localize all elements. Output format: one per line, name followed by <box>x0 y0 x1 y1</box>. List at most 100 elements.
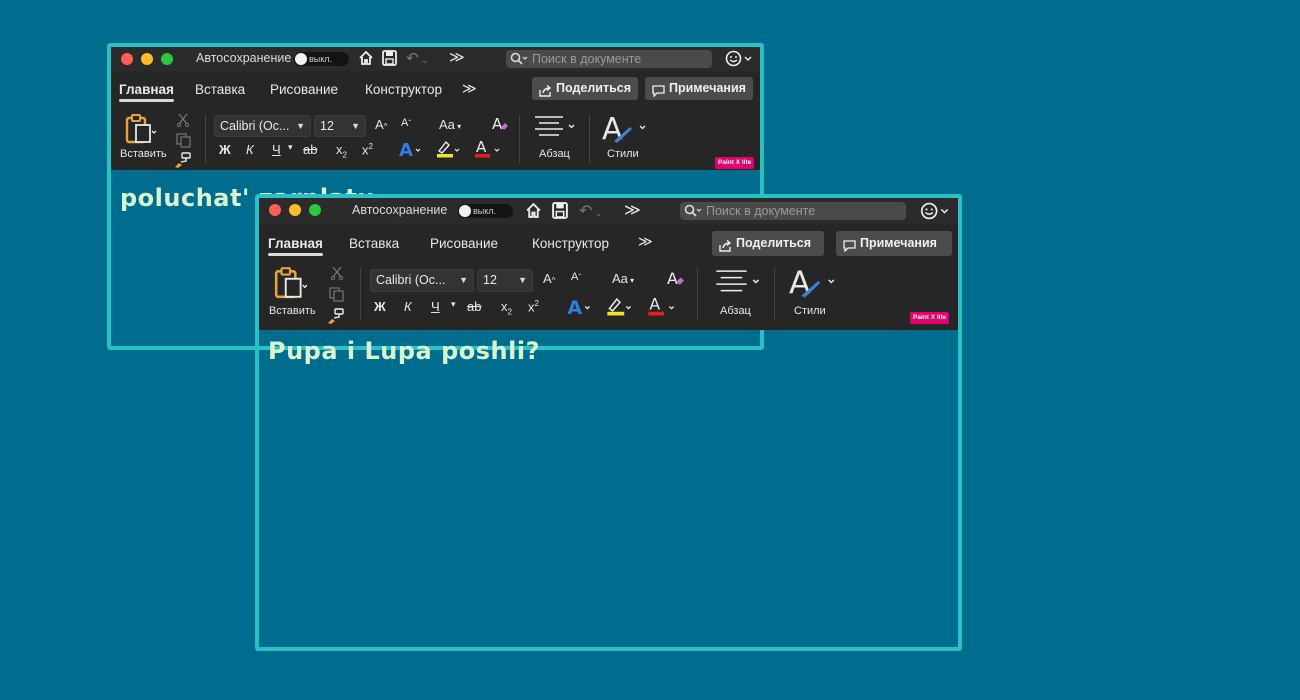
toggle-label: выкл. <box>473 206 497 216</box>
underline-button[interactable]: Ч <box>272 142 281 157</box>
search-input[interactable]: Поиск в документе <box>506 50 712 68</box>
share-label: Поделиться <box>736 236 812 250</box>
paragraph-icon[interactable] <box>533 115 577 144</box>
subscript-button[interactable]: x2 <box>336 142 347 160</box>
separator <box>774 268 775 320</box>
traffic-lights <box>121 53 173 65</box>
tab-insert[interactable]: Вставка <box>349 236 399 251</box>
chevron-down-icon: ▼ <box>518 275 527 285</box>
autosave-toggle[interactable]: выкл. <box>294 52 349 66</box>
svg-text:A: A <box>667 269 678 288</box>
italic-button[interactable]: К <box>404 299 412 314</box>
comments-button[interactable]: Примечания <box>645 77 753 100</box>
font-family-value: Calibri (Ос... <box>220 119 290 133</box>
paste-label: Вставить <box>120 148 167 160</box>
close-button[interactable] <box>269 204 281 216</box>
change-case-button[interactable]: Aa ▾ <box>439 117 461 132</box>
underline-button[interactable]: Ч <box>431 299 440 314</box>
search-input[interactable]: Поиск в документе <box>680 202 906 220</box>
share-button[interactable]: Поделиться <box>712 231 824 256</box>
text-effects-icon[interactable]: A <box>399 140 423 163</box>
autosave-toggle[interactable]: выкл. <box>458 204 513 218</box>
tab-insert[interactable]: Вставка <box>195 82 245 97</box>
more-commands-icon[interactable]: ≫ <box>624 200 641 220</box>
tab-draw[interactable]: Рисование <box>430 236 498 251</box>
paragraph-icon[interactable] <box>714 269 762 300</box>
paste-icon[interactable] <box>124 113 157 150</box>
grow-font-button[interactable]: A^ <box>543 271 555 286</box>
font-size-select[interactable]: 12 ▼ <box>314 115 366 137</box>
copy-icon[interactable] <box>329 287 344 307</box>
svg-text:A: A <box>476 139 487 156</box>
separator <box>589 115 590 163</box>
more-tabs-icon[interactable]: ≫ <box>638 233 653 250</box>
save-icon[interactable] <box>552 202 568 219</box>
more-commands-icon[interactable]: ≫ <box>449 48 465 66</box>
title-bar: Автосохранение выкл. ↶ ⌄ ≫ Поиск в докум… <box>259 198 958 224</box>
tab-home[interactable]: Главная <box>119 82 174 102</box>
strikethrough-button[interactable]: ab <box>303 142 317 157</box>
paint-x-lite-badge: Paint X lite <box>910 312 950 324</box>
minimize-button[interactable] <box>289 204 301 216</box>
paste-icon[interactable] <box>273 266 308 305</box>
superscript-button[interactable]: x2 <box>528 299 539 314</box>
undo-icon[interactable]: ↶ ⌄ <box>579 201 602 221</box>
search-icon <box>510 52 528 68</box>
bold-button[interactable]: Ж <box>219 142 231 157</box>
font-family-select[interactable]: Calibri (Ос... ▼ <box>214 115 311 137</box>
title-bar: Автосохранение выкл. ↶ ⌄ ≫ Поиск в докум… <box>111 47 760 71</box>
document-text[interactable]: Pupa i Lupa poshli? <box>268 337 540 365</box>
copy-icon[interactable] <box>176 133 191 153</box>
font-color-icon[interactable]: A <box>647 295 677 321</box>
share-icon <box>539 82 552 105</box>
superscript-button[interactable]: x2 <box>362 142 373 157</box>
font-size-select[interactable]: 12 ▼ <box>477 269 533 292</box>
format-painter-icon[interactable] <box>327 308 345 329</box>
styles-icon[interactable]: A <box>602 111 648 150</box>
undo-icon[interactable]: ↶ ⌄ <box>406 49 429 67</box>
shrink-font-button[interactable]: Aˇ <box>401 117 411 129</box>
save-icon[interactable] <box>382 50 397 66</box>
share-button[interactable]: Поделиться <box>532 77 638 100</box>
subscript-button[interactable]: x2 <box>501 299 512 317</box>
font-color-icon[interactable]: A <box>474 138 502 163</box>
tab-draw[interactable]: Рисование <box>270 82 338 97</box>
font-family-select[interactable]: Calibri (Ос... ▼ <box>370 269 474 292</box>
grow-font-button[interactable]: A^ <box>375 117 387 132</box>
shrink-font-button[interactable]: Aˇ <box>571 271 581 283</box>
format-painter-icon[interactable] <box>174 152 192 173</box>
close-button[interactable] <box>121 53 133 65</box>
toggle-knob <box>295 53 307 65</box>
more-tabs-icon[interactable]: ≫ <box>462 80 477 97</box>
tab-design[interactable]: Конструктор <box>365 82 442 97</box>
comments-button[interactable]: Примечания <box>836 231 952 256</box>
chevron-down-icon[interactable]: ▾ <box>288 142 293 153</box>
zoom-button[interactable] <box>309 204 321 216</box>
zoom-button[interactable] <box>161 53 173 65</box>
tab-home[interactable]: Главная <box>268 236 323 256</box>
home-icon[interactable] <box>358 50 374 66</box>
highlight-icon[interactable] <box>606 297 634 321</box>
clear-formatting-icon[interactable]: A <box>666 269 685 293</box>
separator <box>519 115 520 163</box>
smiley-feedback-icon[interactable] <box>920 202 950 225</box>
svg-text:A: A <box>649 296 660 314</box>
text-effects-icon[interactable]: A <box>567 297 593 321</box>
tab-design[interactable]: Конструктор <box>532 236 609 251</box>
bold-button[interactable]: Ж <box>374 299 386 314</box>
change-case-button[interactable]: Aa ▾ <box>612 271 634 286</box>
italic-button[interactable]: К <box>246 142 254 157</box>
cut-icon[interactable] <box>330 266 344 285</box>
home-icon[interactable] <box>525 202 542 219</box>
smiley-feedback-icon[interactable] <box>725 50 753 72</box>
highlight-icon[interactable] <box>436 140 462 163</box>
minimize-button[interactable] <box>141 53 153 65</box>
clear-formatting-icon[interactable]: A <box>491 115 509 138</box>
cut-icon[interactable] <box>176 113 190 132</box>
strikethrough-button[interactable]: ab <box>467 299 481 314</box>
autosave-label: Автосохранение <box>352 203 448 217</box>
styles-icon[interactable]: A <box>789 264 837 305</box>
svg-text:A: A <box>567 297 582 316</box>
paste-label: Вставить <box>269 305 316 317</box>
chevron-down-icon[interactable]: ▾ <box>451 299 456 310</box>
